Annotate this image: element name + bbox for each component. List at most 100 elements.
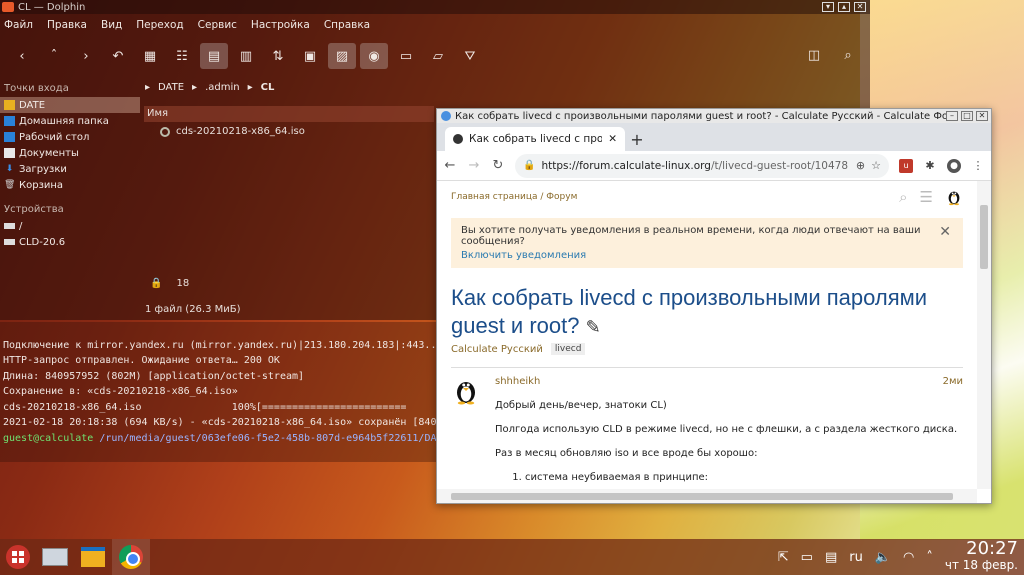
post-username[interactable]: shhheikh [495, 376, 540, 387]
cursor-icon[interactable]: ⇱ [778, 550, 789, 565]
breadcrumb-date[interactable]: DATE [158, 82, 184, 93]
menu-tools[interactable]: Сервис [198, 19, 237, 31]
minimize-button[interactable]: – [946, 111, 958, 121]
open-terminal-icon[interactable]: ▱ [424, 43, 452, 69]
panels-icon[interactable]: ▣ [296, 43, 324, 69]
split-view-icon[interactable]: ◫ [800, 42, 828, 68]
undo-icon[interactable]: ↶ [104, 43, 132, 69]
tray-expand-icon[interactable]: ˄ [926, 550, 933, 565]
forum-breadcrumb[interactable]: Главная страница / Форум [451, 192, 577, 202]
up-icon[interactable]: ˆ [40, 43, 68, 69]
preview-icon[interactable]: ▨ [328, 43, 356, 69]
forum-header: Главная страница / Форум ⌕ ☰ [451, 188, 963, 206]
profile-avatar-icon[interactable]: ● [947, 158, 961, 173]
browser-tab[interactable]: Как собрать livecd с произвол ✕ [445, 127, 625, 151]
filter-icon[interactable]: ⛛ [456, 43, 484, 69]
divider [451, 367, 963, 368]
icons-view-icon[interactable]: ▦ [136, 43, 164, 69]
menu-view[interactable]: Вид [101, 19, 122, 31]
new-tab-button[interactable]: + [625, 127, 649, 151]
menu-settings[interactable]: Настройка [251, 19, 310, 31]
close-tab-icon[interactable]: ✕ [608, 133, 617, 145]
scrollbar-thumb[interactable] [980, 205, 988, 269]
scrollbar-thumb[interactable] [451, 493, 953, 500]
terminal-prompt: guest@calculate /run/media/guest/063efe0… [3, 431, 440, 447]
wifi-icon[interactable]: ◠ [903, 550, 914, 565]
task-file-manager[interactable] [74, 539, 112, 575]
close-icon[interactable]: ✕ [939, 224, 951, 240]
place-home[interactable]: Домашняя папка [0, 113, 140, 129]
dolphin-menubar: Файл Правка Вид Переход Сервис Настройка… [0, 14, 870, 36]
columns-view-icon[interactable]: ▥ [232, 43, 260, 69]
trash-icon: 🗑 [4, 180, 16, 190]
search-icon[interactable]: ⌕ [899, 188, 907, 206]
vertical-scrollbar[interactable] [977, 181, 991, 489]
clipboard-icon[interactable]: ▤ [825, 550, 837, 565]
address-bar[interactable]: 🔒 https://forum.calculate-linux.org/t/li… [515, 153, 889, 178]
compact-view-icon[interactable]: ☷ [168, 43, 196, 69]
notice-text: Вы хотите получать уведомления в реально… [461, 225, 921, 247]
task-show-desktop[interactable] [36, 539, 74, 575]
menu-go[interactable]: Переход [136, 19, 183, 31]
close-button[interactable]: ✕ [976, 111, 988, 121]
tag-badge[interactable]: livecd [550, 343, 586, 355]
lock-count: 18 [176, 278, 190, 289]
bookmark-star-icon[interactable]: ☆ [871, 159, 881, 172]
clock[interactable]: 20:27 чт 18 февр. [945, 540, 1018, 573]
system-tray: ⇱ ▭ ▤ ru 🔈 ◠ ˄ 20:27 чт 18 февр. [778, 540, 1024, 573]
menu-edit[interactable]: Правка [47, 19, 87, 31]
task-chrome[interactable] [112, 539, 150, 575]
file-item[interactable]: cds-20210218-x86_64.iso [160, 126, 305, 137]
terminal-panel[interactable]: Подключение к mirror.yandex.ru (mirror.y… [0, 322, 440, 462]
close-button[interactable]: ✕ [854, 2, 866, 12]
minimize-button[interactable]: ▾ [822, 2, 834, 12]
breadcrumb-cl[interactable]: CL [261, 82, 275, 93]
start-menu-button[interactable] [0, 539, 36, 575]
place-desktop[interactable]: Рабочий стол [0, 129, 140, 145]
forward-icon[interactable]: › [72, 43, 100, 69]
forward-icon[interactable]: → [467, 158, 481, 173]
column-header-name[interactable]: Имя [144, 106, 434, 122]
search-icon[interactable]: ⌕ [834, 42, 862, 68]
place-trash[interactable]: 🗑 Корзина [0, 177, 140, 193]
downloads-icon: ⬇ [5, 164, 14, 174]
volume-icon[interactable]: 🔈 [875, 550, 891, 565]
enable-notifications-link[interactable]: Включить уведомления [461, 250, 953, 261]
hamburger-menu-icon[interactable]: ☰ [920, 188, 933, 206]
menu-dots-icon[interactable]: ⋮ [971, 159, 985, 173]
keyboard-layout[interactable]: ru [849, 550, 863, 565]
edit-pencil-icon[interactable]: ✎ [586, 317, 601, 337]
ublock-icon[interactable]: u [899, 158, 913, 173]
add-icon[interactable]: ⊕ [856, 159, 865, 172]
device-root[interactable]: / [0, 218, 140, 234]
hidden-files-icon[interactable]: ◉ [360, 43, 388, 69]
place-date[interactable]: DATE [0, 97, 140, 113]
menu-file[interactable]: Файл [4, 19, 33, 31]
breadcrumb-admin[interactable]: .admin [205, 82, 240, 93]
favicon-icon [453, 134, 463, 144]
category-link[interactable]: Calculate Русский [451, 344, 543, 355]
avatar[interactable] [451, 376, 481, 406]
menu-help[interactable]: Справка [324, 19, 370, 31]
devices-header: Устройства [4, 204, 64, 215]
file-name: cds-20210218-x86_64.iso [176, 126, 305, 137]
penguin-logo-icon[interactable] [945, 188, 963, 206]
maximize-button[interactable]: ▴ [838, 2, 850, 12]
storage-icon[interactable]: ▭ [801, 550, 813, 565]
extensions-icon[interactable]: ✱ [923, 159, 937, 173]
taskbar: ⇱ ▭ ▤ ru 🔈 ◠ ˄ 20:27 чт 18 февр. [0, 539, 1024, 575]
back-icon[interactable]: ← [443, 158, 457, 173]
place-downloads[interactable]: ⬇ Загрузки [0, 161, 140, 177]
place-documents[interactable]: Документы [0, 145, 140, 161]
back-icon[interactable]: ‹ [8, 43, 36, 69]
drive-icon [4, 223, 15, 229]
reload-icon[interactable]: ↻ [491, 158, 505, 173]
maximize-button[interactable]: □ [961, 111, 973, 121]
new-folder-icon[interactable]: ▭ [392, 43, 420, 69]
device-cld[interactable]: CLD-20.6 [0, 234, 140, 250]
horizontal-scrollbar[interactable] [437, 489, 977, 503]
details-view-icon[interactable]: ▤ [200, 43, 228, 69]
sort-icon[interactable]: ⇅ [264, 43, 292, 69]
notification-banner: Вы хотите получать уведомления в реально… [451, 218, 963, 268]
dolphin-app-icon [2, 2, 14, 12]
